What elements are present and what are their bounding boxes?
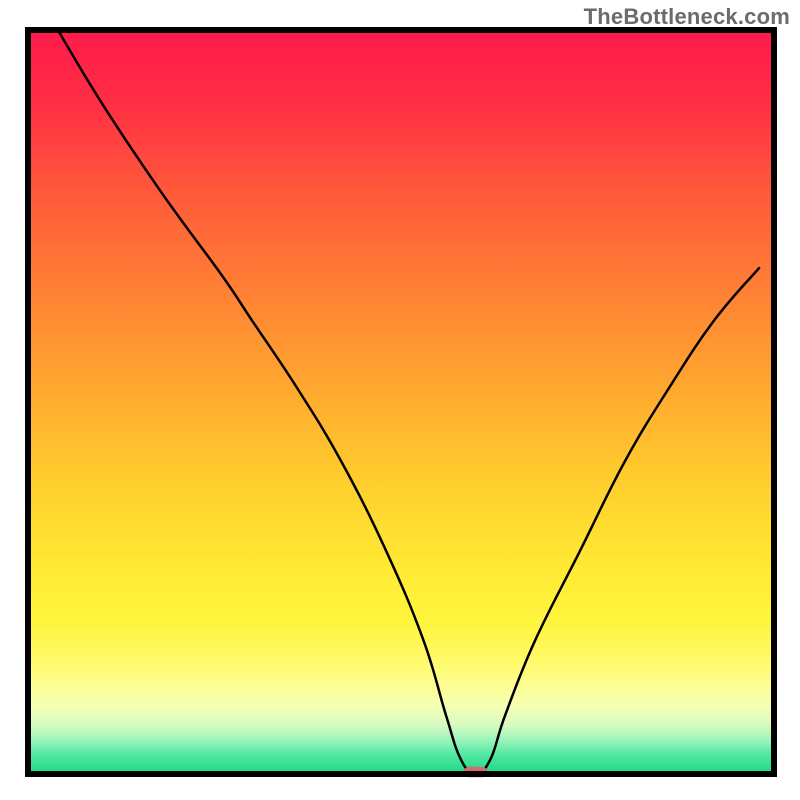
watermark-text: TheBottleneck.com: [584, 4, 790, 30]
chart-container: TheBottleneck.com: [0, 0, 800, 800]
chart-background: [28, 30, 774, 774]
bottleneck-chart: [0, 0, 800, 800]
